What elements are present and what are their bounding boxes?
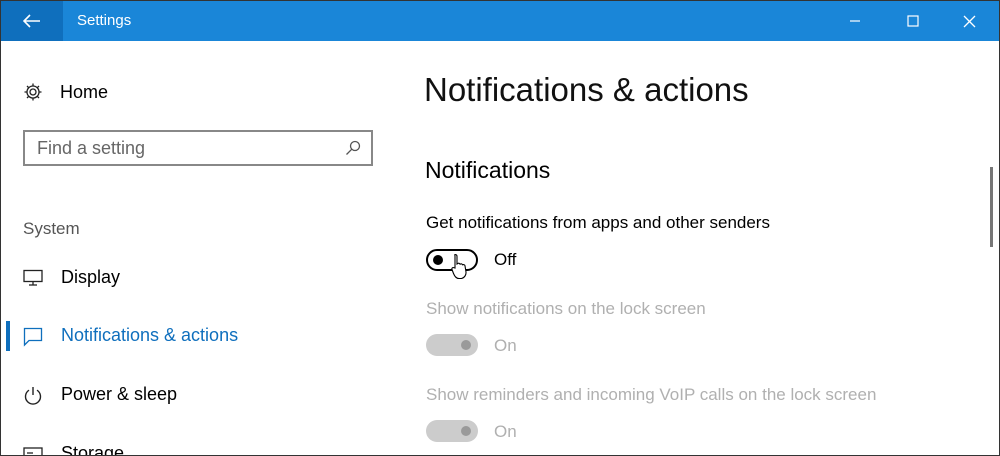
sidebar-item-storage[interactable]: Storage bbox=[1, 439, 397, 456]
power-icon bbox=[24, 387, 42, 405]
title-bar: Settings bbox=[1, 1, 999, 41]
maximize-icon bbox=[907, 15, 919, 27]
window-title: Settings bbox=[77, 12, 132, 29]
get-notifications-state: Off bbox=[494, 250, 517, 269]
page-title: Notifications & actions bbox=[424, 71, 749, 108]
system-section-label: System bbox=[23, 219, 80, 238]
lock-screen-notifications-state: On bbox=[494, 336, 517, 355]
sidebar-item-notifications[interactable]: Notifications & actions bbox=[1, 321, 397, 351]
sidebar-item-label: Notifications & actions bbox=[61, 325, 239, 345]
mouse-cursor-icon bbox=[451, 253, 467, 280]
gear-icon bbox=[24, 83, 42, 101]
lock-screen-notifications-label: Show notifications on the lock screen bbox=[426, 299, 706, 318]
close-button[interactable] bbox=[941, 1, 997, 41]
main-content: Notifications & actions Notifications Ge… bbox=[397, 41, 999, 455]
toggle-knob bbox=[461, 426, 471, 436]
sidebar-item-label: Power & sleep bbox=[61, 384, 178, 404]
lock-screen-notifications-toggle[interactable] bbox=[426, 334, 478, 356]
toggle-knob bbox=[461, 340, 471, 350]
home-label: Home bbox=[60, 81, 109, 102]
minimize-button[interactable] bbox=[827, 1, 883, 41]
maximize-button[interactable] bbox=[885, 1, 941, 41]
notifications-heading: Notifications bbox=[425, 157, 551, 183]
sidebar-item-power-sleep[interactable]: Power & sleep bbox=[1, 380, 397, 410]
settings-window: Settings Home Find a setting System Disp… bbox=[0, 0, 1000, 456]
close-icon bbox=[963, 15, 975, 27]
sidebar-item-display[interactable]: Display bbox=[1, 263, 397, 293]
get-notifications-label: Get notifications from apps and other se… bbox=[426, 213, 770, 232]
search-input[interactable] bbox=[37, 136, 337, 160]
minimize-icon bbox=[850, 20, 860, 22]
monitor-icon bbox=[23, 269, 43, 286]
active-indicator bbox=[6, 321, 10, 351]
scrollbar-thumb[interactable] bbox=[990, 167, 993, 247]
sidebar-item-label: Storage bbox=[61, 443, 125, 456]
storage-icon bbox=[23, 447, 43, 455]
search-box[interactable] bbox=[23, 130, 373, 166]
sidebar-item-label: Display bbox=[61, 267, 121, 287]
back-button[interactable] bbox=[1, 1, 63, 41]
toggle-knob bbox=[433, 255, 443, 265]
reminders-voip-label: Show reminders and incoming VoIP calls o… bbox=[426, 385, 877, 404]
message-icon bbox=[23, 327, 43, 347]
search-icon[interactable] bbox=[345, 140, 361, 156]
sidebar: Home System Display bbox=[1, 41, 397, 455]
reminders-voip-state: On bbox=[494, 422, 517, 441]
back-arrow-icon bbox=[23, 14, 40, 28]
home-nav-item[interactable]: Home bbox=[23, 80, 108, 104]
reminders-voip-toggle[interactable] bbox=[426, 420, 478, 442]
